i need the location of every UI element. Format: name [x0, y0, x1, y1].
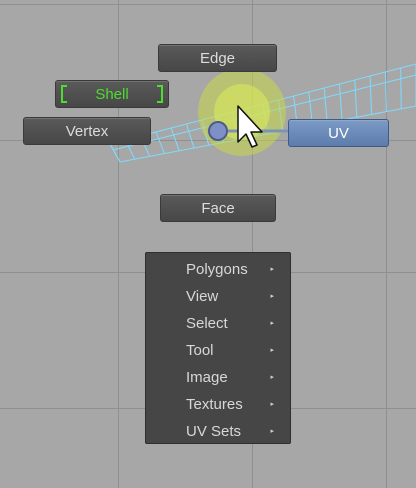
- menu-item-label: Image: [186, 369, 228, 386]
- submenu-arrow-icon: ▸: [270, 293, 274, 300]
- menu-item-select[interactable]: Select ▸: [146, 310, 290, 337]
- menu-item-label: View: [186, 288, 219, 305]
- submenu-arrow-icon: ▸: [270, 347, 274, 354]
- submenu-arrow-icon: ▸: [270, 266, 274, 273]
- submenu-arrow-icon: ▸: [270, 401, 274, 408]
- menu-item-label: UV Sets: [186, 423, 242, 440]
- menu-item-polygons[interactable]: Polygons ▸: [146, 256, 290, 283]
- submenu-arrow-icon: ▸: [270, 374, 274, 381]
- menu-item-tool[interactable]: Tool ▸: [146, 337, 290, 364]
- menu-item-label: Polygons: [186, 261, 248, 278]
- menu-item-label: Textures: [186, 396, 243, 413]
- menu-item-view[interactable]: View ▸: [146, 283, 290, 310]
- menu-item-uv-sets[interactable]: UV Sets ▸: [146, 418, 290, 445]
- menu-item-textures[interactable]: Textures ▸: [146, 391, 290, 418]
- submenu-arrow-icon: ▸: [270, 320, 274, 327]
- menu-item-label: Tool: [186, 342, 214, 359]
- context-menu: Polygons ▸ View ▸ Select ▸ Tool ▸ Image ▸ Textures…: [145, 252, 291, 444]
- submenu-arrow-icon: ▸: [270, 428, 274, 435]
- menu-item-image[interactable]: Image ▸: [146, 364, 290, 391]
- menu-item-label: Select: [186, 315, 228, 332]
